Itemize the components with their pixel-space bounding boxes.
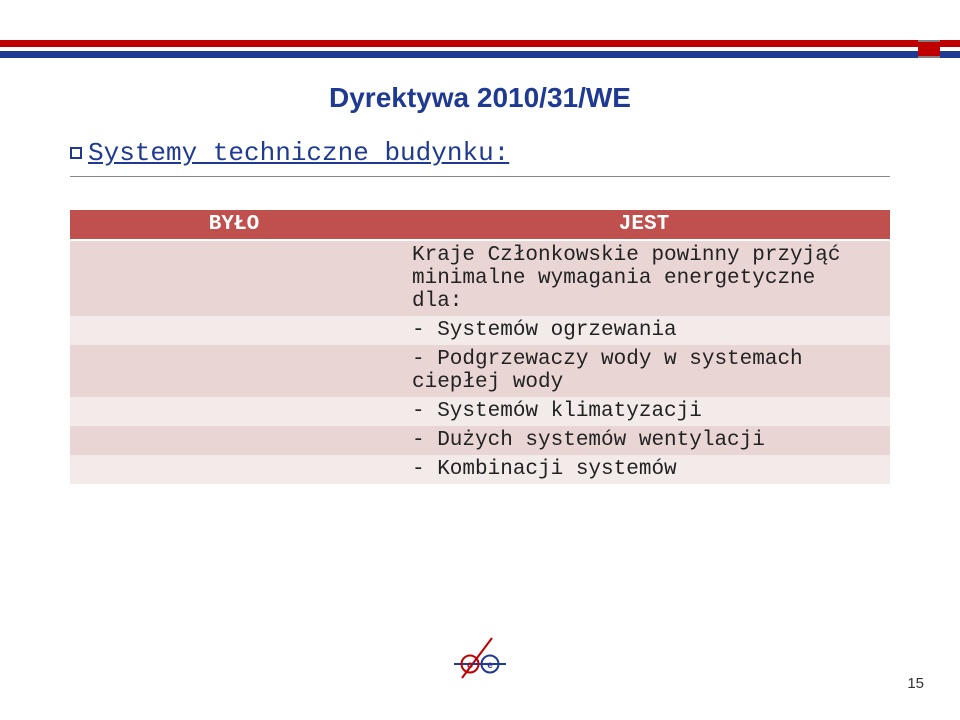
svg-text:e: e bbox=[487, 660, 493, 671]
table-cell-left bbox=[70, 455, 398, 484]
table-row: - Dużych systemów wentylacji bbox=[70, 426, 890, 455]
table-row: - Podgrzewaczy wody w systemach ciepłej … bbox=[70, 345, 890, 397]
corner-box bbox=[918, 40, 940, 58]
logo-icon: o e bbox=[450, 634, 510, 684]
subtitle: Systemy techniczne budynku: bbox=[70, 138, 890, 172]
table-row: Kraje Członkowskie powinny przyjąć minim… bbox=[70, 240, 890, 316]
svg-text:o: o bbox=[467, 660, 473, 671]
table-header-right: JEST bbox=[398, 210, 890, 240]
page-number: 15 bbox=[907, 675, 924, 692]
slide-title: Dyrektywa 2010/31/WE bbox=[0, 82, 960, 114]
slide: Dyrektywa 2010/31/WE Systemy techniczne … bbox=[0, 0, 960, 720]
header-bars bbox=[0, 40, 960, 58]
bar-red bbox=[0, 40, 960, 47]
table-cell-right: Kraje Członkowskie powinny przyjąć minim… bbox=[398, 240, 890, 316]
table-row: - Kombinacji systemów bbox=[70, 455, 890, 484]
table-row: - Systemów klimatyzacji bbox=[70, 397, 890, 426]
table-cell-right: - Podgrzewaczy wody w systemach ciepłej … bbox=[398, 345, 890, 397]
subtitle-underline bbox=[70, 176, 890, 177]
table-cell-right: - Systemów ogrzewania bbox=[398, 316, 890, 345]
table-cell-right: - Systemów klimatyzacji bbox=[398, 397, 890, 426]
subtitle-text: Systemy techniczne budynku: bbox=[88, 138, 509, 168]
table-cell-left bbox=[70, 240, 398, 316]
table-header-row: BYŁO JEST bbox=[70, 210, 890, 240]
table-cell-right: - Dużych systemów wentylacji bbox=[398, 426, 890, 455]
table-cell-left bbox=[70, 345, 398, 397]
table-cell-right: - Kombinacji systemów bbox=[398, 455, 890, 484]
table-row: - Systemów ogrzewania bbox=[70, 316, 890, 345]
table-cell-left bbox=[70, 316, 398, 345]
comparison-table: BYŁO JEST Kraje Członkowskie powinny prz… bbox=[70, 210, 890, 484]
table-cell-left bbox=[70, 397, 398, 426]
table-header-left: BYŁO bbox=[70, 210, 398, 240]
bullet-square-icon bbox=[70, 147, 82, 159]
subtitle-block: Systemy techniczne budynku: bbox=[70, 138, 890, 177]
bar-blue bbox=[0, 51, 960, 58]
table-cell-left bbox=[70, 426, 398, 455]
